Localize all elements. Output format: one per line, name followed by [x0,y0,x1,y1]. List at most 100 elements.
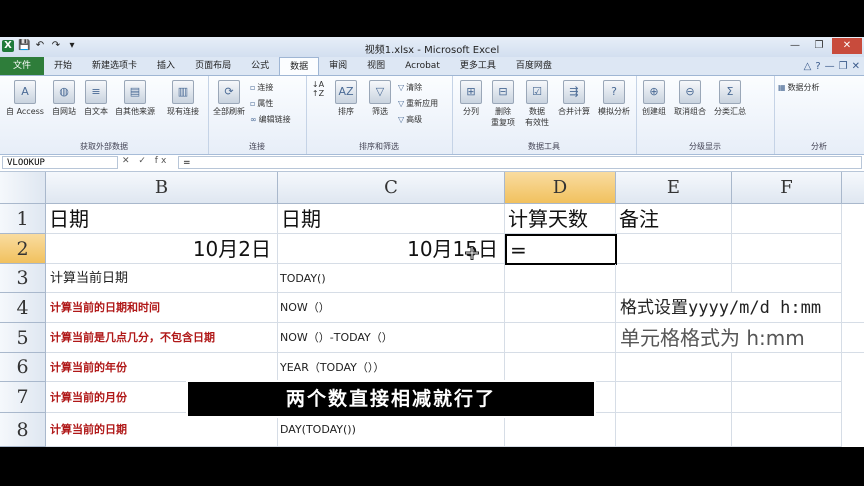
ungroup-button[interactable]: ⊖ 取消组合 [670,80,710,117]
from-other-button[interactable]: ▤ 自其他来源 [112,80,158,117]
tab-insert[interactable]: 插入 [147,57,185,75]
reapply-button[interactable]: ▽ 重新应用 [398,98,438,109]
cell-e7[interactable] [616,382,732,413]
cell-c5[interactable]: NOW（）-TODAY（） [278,323,505,353]
cell-e1[interactable]: 备注 [616,204,732,234]
close-icon[interactable]: ✕ [832,38,862,54]
tab-more-tools[interactable]: 更多工具 [450,57,506,75]
cell-b5[interactable]: 计算当前是几点几分，不包含日期 [46,323,278,353]
sort-icon: AZ [335,80,357,104]
column-header-b[interactable]: B [46,172,278,204]
edit-links-button[interactable]: ∞ 编辑链接 [250,114,291,125]
cell-e2[interactable] [617,234,732,264]
connections-button[interactable]: ▫ 连接 [250,82,273,93]
refresh-all-button[interactable]: ⟳ 全部刷新 [210,80,248,117]
name-box[interactable]: VLOOKUP [2,156,118,169]
tab-review[interactable]: 审阅 [319,57,357,75]
column-header-d[interactable]: D [505,172,616,204]
formula-buttons[interactable]: ✕ ✓ fx [122,156,169,166]
cell-f3[interactable] [732,264,842,293]
row-header-3[interactable]: 3 [0,264,46,293]
existing-connections-button[interactable]: ▥ 现有连接 [162,80,204,117]
cell-d3[interactable] [505,264,616,293]
column-header-f[interactable]: F [732,172,842,204]
consolidate-button[interactable]: ⇶ 合并计算 [554,80,594,117]
tab-baidu[interactable]: 百度网盘 [506,57,562,75]
cell-d2-active[interactable]: = [505,234,617,265]
group-button[interactable]: ⊕ 创建组 [638,80,670,117]
tab-page-layout[interactable]: 页面布局 [185,57,241,75]
cell-d6[interactable] [505,353,616,382]
formula-input[interactable]: = [178,156,862,169]
close-doc-icon[interactable]: ✕ [852,61,860,72]
properties-button[interactable]: ▫ 属性 [250,98,273,109]
cell-f2[interactable] [732,234,842,264]
cell-e6[interactable] [616,353,732,382]
maximize-icon[interactable]: ❐ [808,38,830,54]
cell-d4[interactable] [505,293,616,323]
collapse-ribbon-icon[interactable]: △ [804,61,812,72]
from-access-button[interactable]: A自 Access [4,80,46,117]
row-header-8[interactable]: 8 [0,413,46,447]
cell-c1[interactable]: 日期 [278,204,505,234]
cell-c3[interactable]: TODAY() [278,264,505,293]
row-header-1[interactable]: 1 [0,204,46,234]
cell-c6[interactable]: YEAR（TODAY（）） [278,353,505,382]
column-header-e[interactable]: E [616,172,732,204]
column-header-g[interactable] [842,172,864,204]
minimize-doc-icon[interactable]: — [825,61,835,72]
cell-d5[interactable] [505,323,616,353]
tab-new[interactable]: 新建选项卡 [82,57,147,75]
tab-acrobat[interactable]: Acrobat [395,57,450,75]
tab-formulas[interactable]: 公式 [241,57,279,75]
cell-b2[interactable]: 10月2日 [46,234,278,264]
cell-b1[interactable]: 日期 [46,204,278,234]
data-analysis-button[interactable]: ▦ 数据分析 [778,82,820,93]
subtotal-button[interactable]: Σ 分类汇总 [710,80,750,117]
cell-c8[interactable]: DAY(TODAY()) [278,413,505,447]
restore-doc-icon[interactable]: ❐ [839,61,848,72]
data-validation-button[interactable]: ☑ 数据 有效性 [520,80,554,128]
row-header-7[interactable]: 7 [0,382,46,413]
consolidate-icon: ⇶ [563,80,585,104]
clear-filter-button[interactable]: ▽ 清除 [398,82,422,93]
row-header-6[interactable]: 6 [0,353,46,382]
text-to-columns-button[interactable]: ⊞ 分列 [456,80,486,117]
row-header-5[interactable]: 5 [0,323,46,353]
cell-b3[interactable]: 计算当前日期 [46,264,278,293]
cell-b6[interactable]: 计算当前的年份 [46,353,278,382]
tab-view[interactable]: 视图 [357,57,395,75]
cell-e3[interactable] [616,264,732,293]
row-header-4[interactable]: 4 [0,293,46,323]
remove-duplicates-icon: ⊟ [492,80,514,104]
from-text-button[interactable]: ≡ 自文本 [80,80,112,117]
cell-e8[interactable] [616,413,732,447]
column-header-c[interactable]: C [278,172,505,204]
what-if-button[interactable]: ? 模拟分析 [594,80,634,117]
row-header-2[interactable]: 2 [0,234,46,264]
sort-button[interactable]: AZ 排序 [330,80,362,117]
cell-f8[interactable] [732,413,842,447]
cell-e5[interactable]: 单元格格式为 h:mm [616,323,864,353]
cell-f7[interactable] [732,382,842,413]
cell-e4[interactable]: 格式设置yyyy/m/d h:mm [616,293,864,323]
cell-b8[interactable]: 计算当前的日期 [46,413,278,447]
tab-file[interactable]: 文件 [0,57,45,75]
minimize-icon[interactable]: — [784,38,806,54]
filter-button[interactable]: ▽ 筛选 [364,80,396,117]
help-icon[interactable]: ? [815,61,820,72]
group-sort-filter: ↓A ↑Z AZ 排序 ▽ 筛选 ▽ 清除 ▽ 重新应用 ▽ 高级 排序和筛选 [306,76,453,154]
sort-asc-icon[interactable]: ↓A ↑Z [308,80,328,98]
cell-f6[interactable] [732,353,842,382]
tab-home[interactable]: 开始 [44,57,82,75]
cell-b4[interactable]: 计算当前的日期和时间 [46,293,278,323]
select-all-corner[interactable] [0,172,46,204]
cell-f1[interactable] [732,204,842,234]
advanced-button[interactable]: ▽ 高级 [398,114,422,125]
cell-d1[interactable]: 计算天数 [505,204,616,234]
from-web-button[interactable]: ◍ 自网站 [48,80,80,117]
tab-data[interactable]: 数据 [279,57,320,75]
cell-d8[interactable] [505,413,616,447]
remove-duplicates-button[interactable]: ⊟ 删除 重复项 [488,80,518,128]
cell-c4[interactable]: NOW（） [278,293,505,323]
